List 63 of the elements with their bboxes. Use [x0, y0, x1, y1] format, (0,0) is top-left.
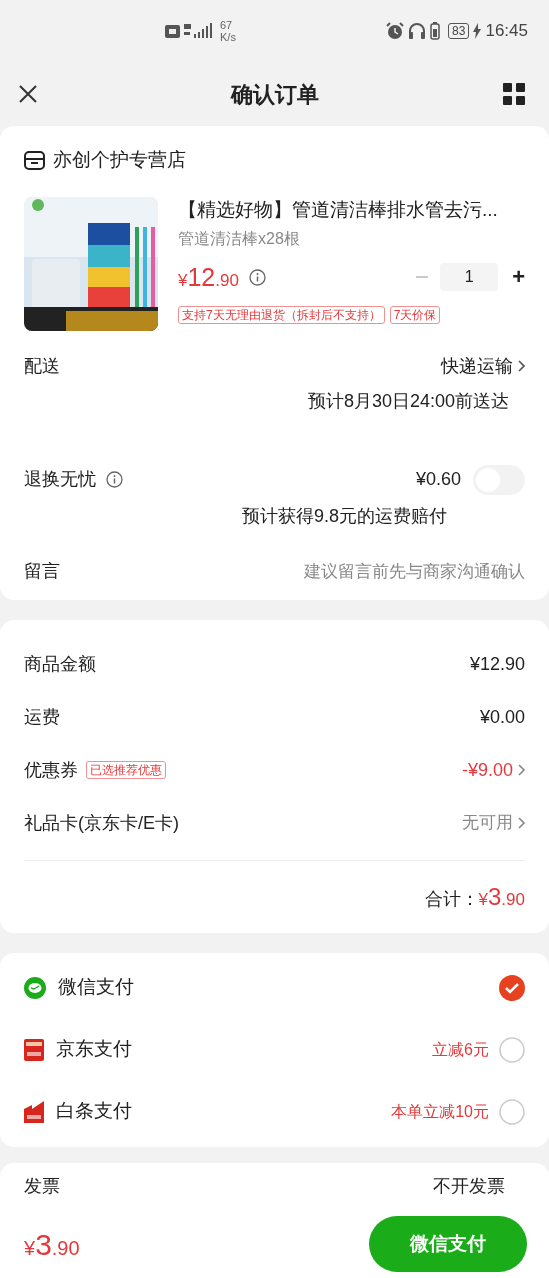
chevron-icon: [517, 817, 525, 829]
payment-label: 京东支付: [56, 1037, 132, 1062]
radio-button[interactable]: [499, 1036, 525, 1063]
fee-label: 礼品卡(京东卡/E卡): [24, 811, 179, 835]
coupon-tag: 已选推荐优惠: [86, 761, 166, 779]
chevron-icon: [517, 360, 525, 372]
alarm-icon: [386, 22, 405, 40]
clock-time: 16:45: [485, 20, 528, 43]
building-icon: [24, 1100, 44, 1123]
product-spec: 管道清洁棒x28根: [178, 228, 301, 249]
service-tag: 支持7天无理由退货（拆封后不支持）: [178, 306, 385, 324]
fee-label: 运费: [24, 705, 60, 729]
info-icon[interactable]: [248, 268, 266, 286]
payment-option[interactable]: 白条支付 本单立减10元: [24, 1080, 525, 1143]
speed-unit: K/s: [220, 31, 236, 43]
page-title: 确认订单: [230, 80, 319, 109]
store-name[interactable]: 亦创个护专营店: [53, 146, 186, 175]
plus-button[interactable]: +: [512, 266, 525, 289]
total-label: 合计：: [424, 887, 479, 911]
quantity-field[interactable]: 1: [440, 263, 499, 292]
fee-amount: ¥0.00: [479, 705, 525, 729]
payment-label: 微信支付: [58, 975, 134, 1000]
battery-level: 83: [448, 23, 470, 39]
network-speed: 67: [220, 19, 234, 31]
delivery-label: 配送: [24, 354, 60, 378]
message-label: 留言: [24, 560, 60, 583]
headphones-icon: [408, 22, 427, 40]
return-insurance-label: 退换无忧: [24, 468, 96, 491]
menu-button[interactable]: [503, 83, 525, 105]
insurance-price: ¥0.60: [415, 468, 461, 491]
delivery-estimate: 预计8月30日24:00前送达: [307, 389, 509, 413]
info-icon[interactable]: [106, 471, 123, 488]
radio-button[interactable]: [499, 1098, 525, 1125]
close-button[interactable]: [18, 83, 40, 105]
payment-option[interactable]: 京东支付 立减6元: [24, 1018, 525, 1081]
radio-checked[interactable]: [499, 974, 525, 1001]
option-value[interactable]: 无可用: [462, 810, 513, 836]
charging-icon: [473, 23, 482, 39]
message-field[interactable]: 建议留言前先与商家沟通确认: [225, 558, 525, 585]
delivery-method[interactable]: 快递运输: [441, 352, 513, 380]
close-icon: [18, 84, 38, 104]
product-price: ¥12.90: [178, 261, 239, 293]
service-tag: 7天价保: [389, 306, 441, 324]
store-icon: [24, 150, 45, 170]
payment-label: 白条支付: [56, 1099, 132, 1124]
card-icon: [24, 1038, 44, 1061]
pay-amount: ¥3.90: [24, 1226, 80, 1263]
fee-amount: ¥12.90: [469, 652, 525, 676]
product-title[interactable]: 【精选好物】管道清洁棒排水管去污...: [178, 196, 525, 223]
signal-icon: [184, 23, 212, 39]
fee-label: 商品金额: [24, 652, 96, 676]
battery-small-icon: [430, 22, 441, 40]
payment-promo: 本单立减10元: [391, 1101, 489, 1122]
chevron-icon: [517, 764, 525, 776]
chat-bubble-icon: [24, 976, 46, 999]
payment-promo: 立减6元: [432, 1039, 489, 1060]
payment-option[interactable]: 微信支付: [24, 956, 525, 1019]
discount-amount[interactable]: -¥9.00: [461, 756, 513, 784]
invoice-value[interactable]: 不开发票: [433, 1172, 505, 1200]
total-amount: ¥3.90: [478, 881, 525, 912]
compensation-note: 预计获得9.8元的运费赔付: [242, 504, 447, 528]
invoice-label: 发票: [24, 1174, 60, 1198]
fee-label: 优惠券: [24, 758, 78, 782]
